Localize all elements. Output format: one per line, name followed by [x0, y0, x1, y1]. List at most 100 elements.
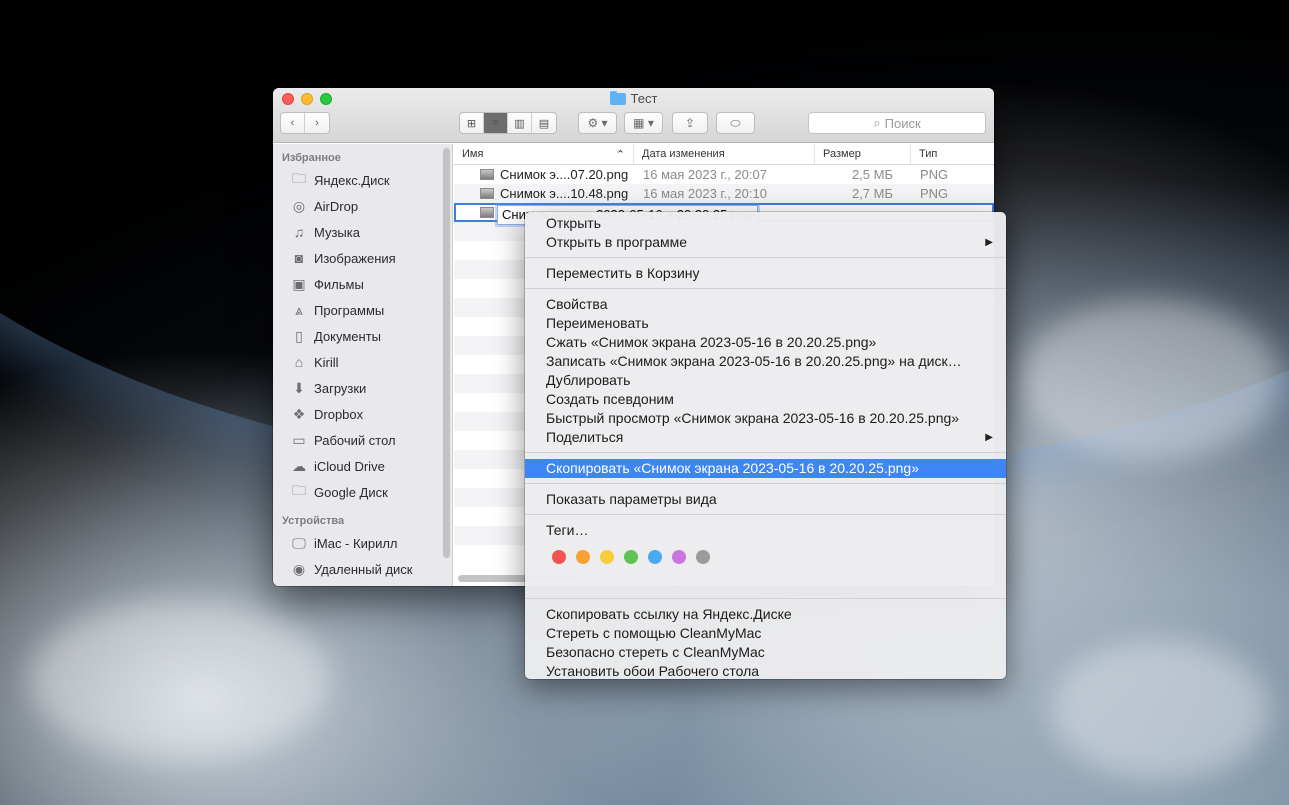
tag-blue[interactable] [648, 550, 662, 564]
menu-item-erase-cleanmymac[interactable]: Стереть с помощью CleanMyMac [525, 624, 1006, 643]
window-title: Тест [273, 90, 994, 106]
view-mode-selector: ⊞ ≡ ▥ ▤ [459, 112, 557, 134]
tag-gray[interactable] [696, 550, 710, 564]
sidebar-scrollbar[interactable] [443, 148, 450, 558]
sidebar-item-pictures[interactable]: ◙ Изображения [273, 245, 452, 271]
folder-icon: 🗀 [292, 482, 306, 498]
menu-separator [525, 598, 1006, 599]
list-icon: ≡ [492, 117, 499, 129]
forward-button[interactable]: › [305, 113, 329, 133]
sidebar-item-imac[interactable]: 🖵 iMac - Кирилл [273, 530, 452, 556]
view-icons-button[interactable]: ⊞ [460, 113, 484, 133]
tag-yellow[interactable] [600, 550, 614, 564]
share-button[interactable]: ⇪ [672, 112, 708, 134]
download-icon: ⬇ [293, 379, 305, 396]
cloud-decoration [1020, 300, 1280, 460]
coverflow-icon: ▤ [538, 117, 550, 130]
arrange-button[interactable]: ▦ ▾ [624, 112, 663, 134]
sidebar: Избранное 🗀 Яндекс.Диск ◎ AirDrop ♫ Музыка … [273, 144, 453, 586]
sidebar-item-applications[interactable]: ⩓ Программы [273, 297, 452, 323]
sidebar-item-desktop[interactable]: ▭ Рабочий стол [273, 427, 452, 453]
menu-item-tags[interactable]: Теги… [525, 521, 1006, 540]
camera-icon: ◙ [294, 250, 304, 266]
devices-header: Устройства [282, 515, 345, 527]
menu-item-share[interactable]: Поделиться ▶ [525, 428, 1006, 447]
columns-icon: ▥ [514, 117, 525, 130]
menu-item-copy[interactable]: Скопировать «Снимок экрана 2023-05-16 в … [525, 459, 1006, 478]
menu-item-make-alias[interactable]: Создать псевдоним [525, 390, 1006, 409]
chevron-up-icon: ⌃ [615, 149, 625, 161]
grid-icon: ⊞ [466, 117, 477, 130]
chevron-right-icon: › [315, 117, 319, 129]
column-kind-header[interactable]: Тип [911, 144, 994, 164]
sidebar-item-home[interactable]: ⌂ Kirill [273, 349, 452, 375]
menu-item-open-with[interactable]: Открыть в программе ▶ [525, 233, 1006, 252]
menu-item-set-desktop-picture[interactable]: Установить обои Рабочего стола [525, 662, 1006, 681]
film-icon: ▣ [292, 275, 306, 292]
table-row[interactable]: Снимок э....10.48.png 16 мая 2023 г., 20… [454, 184, 994, 203]
sidebar-item-downloads[interactable]: ⬇ Загрузки [273, 375, 452, 401]
sidebar-item-airdrop[interactable]: ◎ AirDrop [273, 193, 452, 219]
tag-red[interactable] [552, 550, 566, 564]
chevron-left-icon: ‹ [290, 117, 295, 129]
folder-icon: 🗀 [292, 170, 306, 186]
airdrop-icon: ◎ [292, 197, 306, 214]
sidebar-item-dropbox[interactable]: ❖ Dropbox [273, 401, 452, 427]
search-field[interactable]: ⌕ Поиск [808, 112, 986, 134]
column-size-header[interactable]: Размер [815, 144, 911, 164]
folder-icon [609, 90, 626, 105]
document-icon: ▯ [295, 327, 303, 344]
sidebar-item-remote-disc[interactable]: ◉ Удаленный диск [273, 556, 452, 582]
menu-item-compress[interactable]: Сжать «Снимок экрана 2023-05-16 в 20.20.… [525, 333, 1006, 352]
cloud-decoration [30, 600, 330, 760]
image-file-icon [480, 169, 494, 180]
tags-button[interactable]: ⬭ [716, 112, 755, 134]
menu-item-get-info[interactable]: Свойства [525, 295, 1006, 314]
search-icon: ⌕ [873, 115, 881, 130]
menu-item-copy-yandex-link[interactable]: Скопировать ссылку на Яндекс.Диске [525, 605, 1006, 624]
sidebar-item-yandex-disk[interactable]: 🗀 Яндекс.Диск [273, 167, 452, 193]
tag-colors [525, 540, 1006, 574]
image-file-icon [480, 188, 494, 199]
sidebar-item-google-drive[interactable]: 🗀 Google Диск [273, 479, 452, 505]
menu-item-rename[interactable]: Переименовать [525, 314, 1006, 333]
view-list-button[interactable]: ≡ [484, 113, 508, 133]
sidebar-item-documents[interactable]: ▯ Документы [273, 323, 452, 349]
menu-separator [525, 514, 1006, 515]
sidebar-item-music[interactable]: ♫ Музыка [273, 219, 452, 245]
dropbox-icon: ❖ [292, 405, 306, 422]
menu-item-show-view-options[interactable]: Показать параметры вида [525, 490, 1006, 509]
window-title-text: Тест [630, 91, 658, 106]
menu-item-open[interactable]: Открыть [525, 214, 1006, 233]
tag-purple[interactable] [672, 550, 686, 564]
view-columns-button[interactable]: ▥ [508, 113, 532, 133]
apps-icon: ⩓ [295, 301, 303, 318]
menu-separator [525, 452, 1006, 453]
action-button[interactable]: ⚙ ▾ [578, 112, 617, 134]
imac-icon: 🖵 [292, 534, 306, 551]
cloud-decoration [1050, 640, 1270, 780]
column-date-header[interactable]: Дата изменения [634, 144, 815, 164]
back-button[interactable]: ‹ [281, 113, 305, 133]
music-icon: ♫ [293, 224, 305, 240]
table-row[interactable]: Снимок э....07.20.png 16 мая 2023 г., 20… [454, 165, 994, 184]
menu-item-quick-look[interactable]: Быстрый просмотр «Снимок экрана 2023-05-… [525, 409, 1006, 428]
menu-separator [525, 483, 1006, 484]
menu-item-move-to-trash[interactable]: Переместить в Корзину [525, 264, 1006, 283]
tag-green[interactable] [624, 550, 638, 564]
view-coverflow-button[interactable]: ▤ [532, 113, 556, 133]
toolbar: Тест ‹ › ⊞ ≡ ▥ ▤ ⚙ ▾ ▦ ▾ ⇪ ⬭ ⌕ Поиск [273, 88, 994, 143]
menu-item-burn-to-disc[interactable]: Записать «Снимок экрана 2023-05-16 в 20.… [525, 352, 1006, 371]
menu-item-duplicate[interactable]: Дублировать [525, 371, 1006, 390]
menu-separator [525, 257, 1006, 258]
sidebar-item-icloud-drive[interactable]: ☁ iCloud Drive [273, 453, 452, 479]
sidebar-item-movies[interactable]: ▣ Фильмы [273, 271, 452, 297]
column-name-header[interactable]: Имя ⌃ [454, 144, 634, 164]
desktop-icon: ▭ [292, 431, 306, 448]
gear-icon: ⚙ ▾ [587, 116, 608, 130]
search-placeholder: Поиск [884, 115, 921, 131]
tag-orange[interactable] [576, 550, 590, 564]
menu-item-secure-erase-cleanmymac[interactable]: Безопасно стереть с CleanMyMac [525, 643, 1006, 662]
tag-icon: ⬭ [730, 115, 741, 130]
context-menu: Открыть Открыть в программе ▶ Переместить… [525, 212, 1006, 679]
